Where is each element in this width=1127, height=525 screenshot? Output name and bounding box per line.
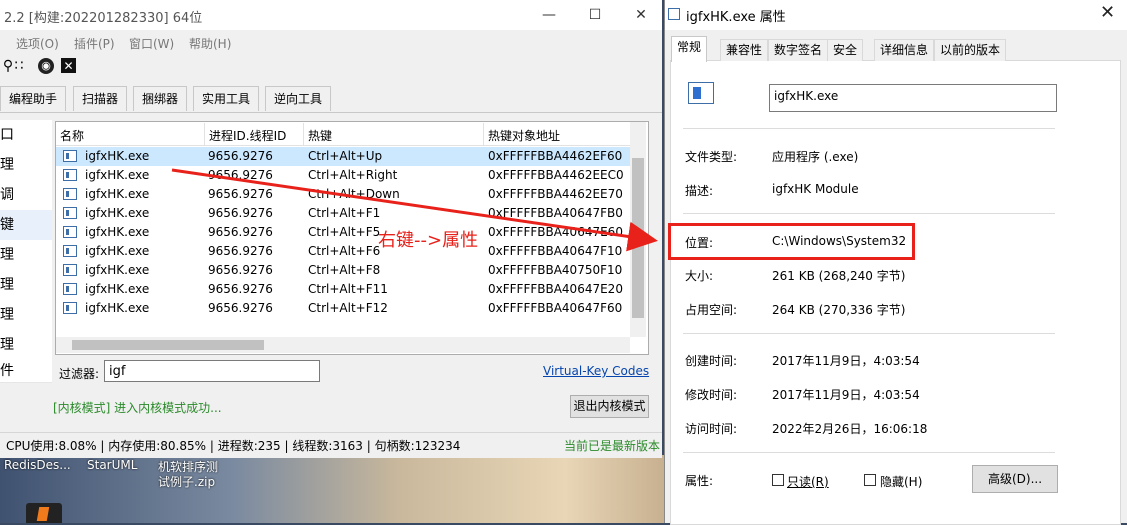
tab-general[interactable]: 常规 [671,36,708,62]
location-highlight [668,223,915,260]
annotation-arrow [171,168,658,252]
annotation-label: 右键-->属性 [378,230,479,251]
